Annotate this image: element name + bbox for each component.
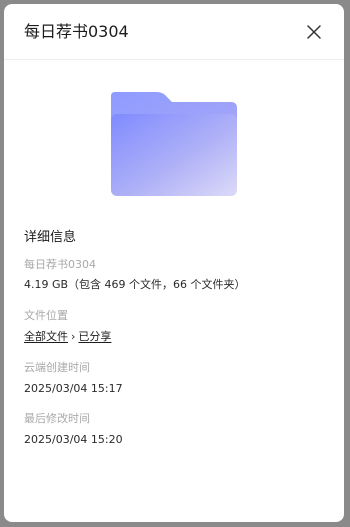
location-label: 文件位置 [24,309,68,322]
folder-icon [109,90,239,198]
location-breadcrumb: 全部文件 › 已分享 [24,329,111,345]
created-time-value: 2025/03/04 15:17 [24,382,123,395]
breadcrumb-separator: › [71,330,76,343]
file-details-panel: 每日荐书0304 详细信息 每日荐书0304 4.19 GB（包含 469 个文… [4,4,344,522]
breadcrumb-shared-link[interactable]: 已分享 [78,330,111,343]
close-icon[interactable] [304,22,324,42]
created-time-label: 云端创建时间 [24,361,90,374]
details-section-title: 详细信息 [24,230,77,245]
panel-header: 每日荐书0304 [4,4,344,60]
breadcrumb-all-files-link[interactable]: 全部文件 [24,330,68,343]
panel-title: 每日荐书0304 [24,22,129,41]
file-size-value: 4.19 GB（包含 469 个文件，66 个文件夹） [24,278,246,291]
modified-time-label: 最后修改时间 [24,412,90,425]
modified-time-value: 2025/03/04 15:20 [24,433,123,446]
file-name-label: 每日荐书0304 [24,258,96,271]
